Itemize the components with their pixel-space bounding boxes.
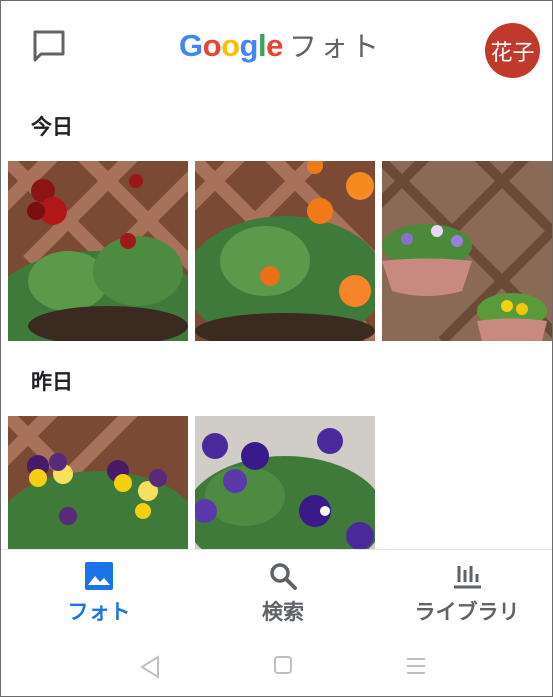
back-icon xyxy=(140,655,159,679)
photo-icon xyxy=(85,562,113,590)
library-icon xyxy=(454,566,481,589)
product-name: フォト xyxy=(288,30,382,63)
date-header-yesterday: 昨日 xyxy=(31,370,73,394)
nav-tab-label: 検索 xyxy=(262,600,304,624)
messages-button[interactable] xyxy=(31,28,67,64)
app-frame: Google フォト 花子 今日 昨日 フォト 検索 ライブラリ xyxy=(0,0,553,697)
search-icon xyxy=(270,563,297,590)
home-icon xyxy=(274,656,292,674)
photo-thumbnail[interactable] xyxy=(195,416,375,549)
nav-tab-library[interactable]: ライブラリ xyxy=(387,560,547,626)
system-navigation-bar xyxy=(1,641,552,696)
recents-icon xyxy=(407,658,425,674)
back-button[interactable] xyxy=(139,655,161,683)
nav-tab-label: ライブラリ xyxy=(414,600,520,624)
recents-button[interactable] xyxy=(405,655,427,681)
photo-thumbnail[interactable] xyxy=(8,161,188,341)
home-button[interactable] xyxy=(273,655,293,679)
google-photos-logo: Google フォト xyxy=(179,25,382,65)
date-header-today: 今日 xyxy=(31,115,73,139)
app-header: Google フォト 花子 xyxy=(1,1,552,93)
photo-thumbnail[interactable] xyxy=(382,161,552,341)
bottom-navigation: フォト 検索 ライブラリ xyxy=(1,549,552,630)
nav-tab-search[interactable]: 検索 xyxy=(203,560,363,626)
photo-thumbnail[interactable] xyxy=(195,161,375,341)
chat-icon xyxy=(33,30,65,62)
account-avatar[interactable]: 花子 xyxy=(485,23,540,78)
nav-tab-photos[interactable]: フォト xyxy=(19,560,179,626)
nav-tab-label: フォト xyxy=(67,600,131,624)
photo-thumbnail[interactable] xyxy=(8,416,188,549)
google-wordmark: Google xyxy=(179,28,283,63)
